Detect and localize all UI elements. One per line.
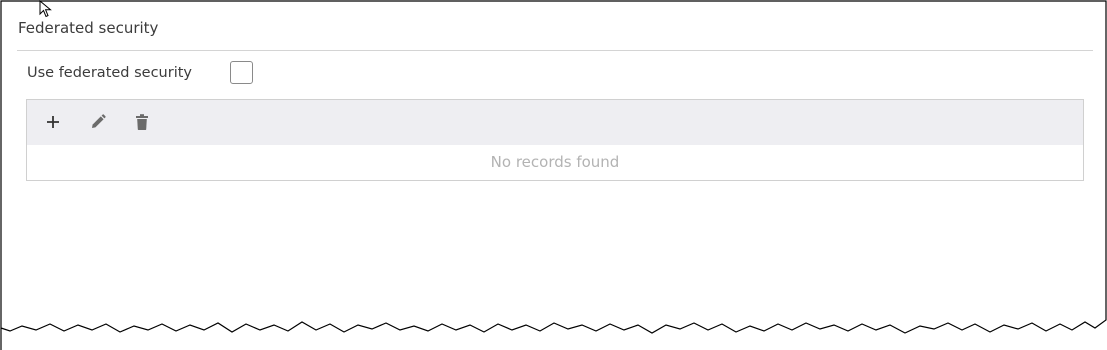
section-title: Federated security: [18, 19, 159, 37]
delete-record-button[interactable]: [128, 108, 156, 136]
records-grid: No records found: [26, 99, 1084, 181]
trash-icon: [136, 114, 148, 130]
empty-records-message: No records found: [490, 153, 620, 171]
federated-security-checkbox[interactable]: [230, 61, 253, 84]
grid-toolbar: [27, 100, 1083, 145]
federated-security-label: Use federated security: [27, 65, 193, 81]
edit-record-button[interactable]: [84, 108, 112, 136]
pencil-icon: [92, 114, 106, 128]
section-divider: [17, 50, 1093, 51]
add-record-button[interactable]: [39, 108, 67, 136]
mouse-cursor-icon: [39, 0, 52, 18]
plus-icon: [47, 116, 59, 128]
